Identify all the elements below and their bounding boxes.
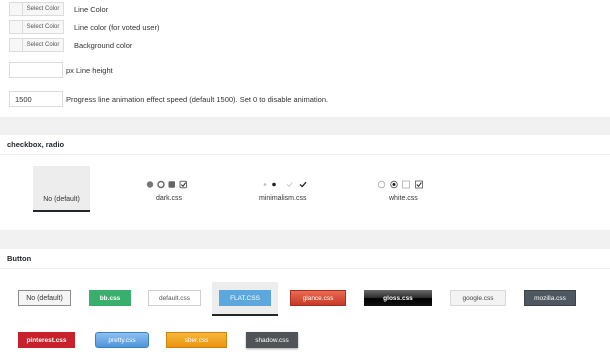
line-color-row: Select Color Line Color [9,2,108,16]
minimalism-checkbox-preview-icon [263,181,307,188]
button-style-shadow[interactable]: shadow.css [246,332,298,348]
button-style-sber[interactable]: sber.css [166,332,227,348]
voted-color-label: Line color (for voted user) [74,22,160,32]
button-style-glance[interactable]: glance.css [290,290,346,306]
button-section-title: Button [0,249,610,269]
checkbox-theme-default[interactable]: No (default) [33,166,90,212]
checkbox-theme-minimalism[interactable]: minimalism.css [258,180,318,204]
line-height-input[interactable] [9,62,63,78]
checkbox-theme-label: white.css [389,195,418,202]
voted-color-swatch[interactable] [9,20,23,34]
button-style-mozilla[interactable]: mozilla.css [524,290,576,306]
button-style-pinterest[interactable]: pinterest.css [18,332,75,348]
button-section: Button [0,249,610,363]
voted-color-row: Select Color Line color (for voted user) [9,20,159,34]
dark-checkbox-preview-icon [146,180,187,189]
checkbox-section-title: checkbox, radio [0,135,610,155]
color-settings-panel: Select Color Line Color Select Color Lin… [0,0,610,117]
checkbox-theme-label: No (default) [43,196,80,203]
bg-color-row: Select Color Background color [9,38,132,52]
anim-speed-label: Progress line animation effect speed (de… [66,95,329,104]
line-height-label: px Line height [66,66,113,75]
checkbox-theme-label: minimalism.css [259,195,307,202]
button-style-google[interactable]: google.css [450,290,506,306]
button-style-bb[interactable]: bb.css [89,290,131,306]
anim-speed-input[interactable] [9,91,63,107]
white-checkbox-preview-icon [377,180,423,189]
checkbox-theme-label: dark.css [156,195,183,202]
line-color-label: Line Color [74,4,109,14]
bg-color-select-button[interactable]: Select Color [23,38,64,52]
voted-color-select-button[interactable]: Select Color [23,20,64,34]
line-color-swatch[interactable] [9,2,23,16]
button-style-gloss[interactable]: gloss.css [364,290,432,306]
button-style-flat[interactable]: FLAT.CSS [219,290,271,306]
button-style-default[interactable]: No (default) [18,290,71,306]
button-style-default-css[interactable]: default.css [148,290,201,306]
bg-color-label: Background color [74,40,133,50]
checkbox-theme-white[interactable]: white.css [377,180,429,204]
line-color-select-button[interactable]: Select Color [23,2,64,16]
checkbox-theme-dark[interactable]: dark.css [146,180,196,204]
button-style-pretty[interactable]: pretty.css [95,332,149,348]
bg-color-swatch[interactable] [9,38,23,52]
